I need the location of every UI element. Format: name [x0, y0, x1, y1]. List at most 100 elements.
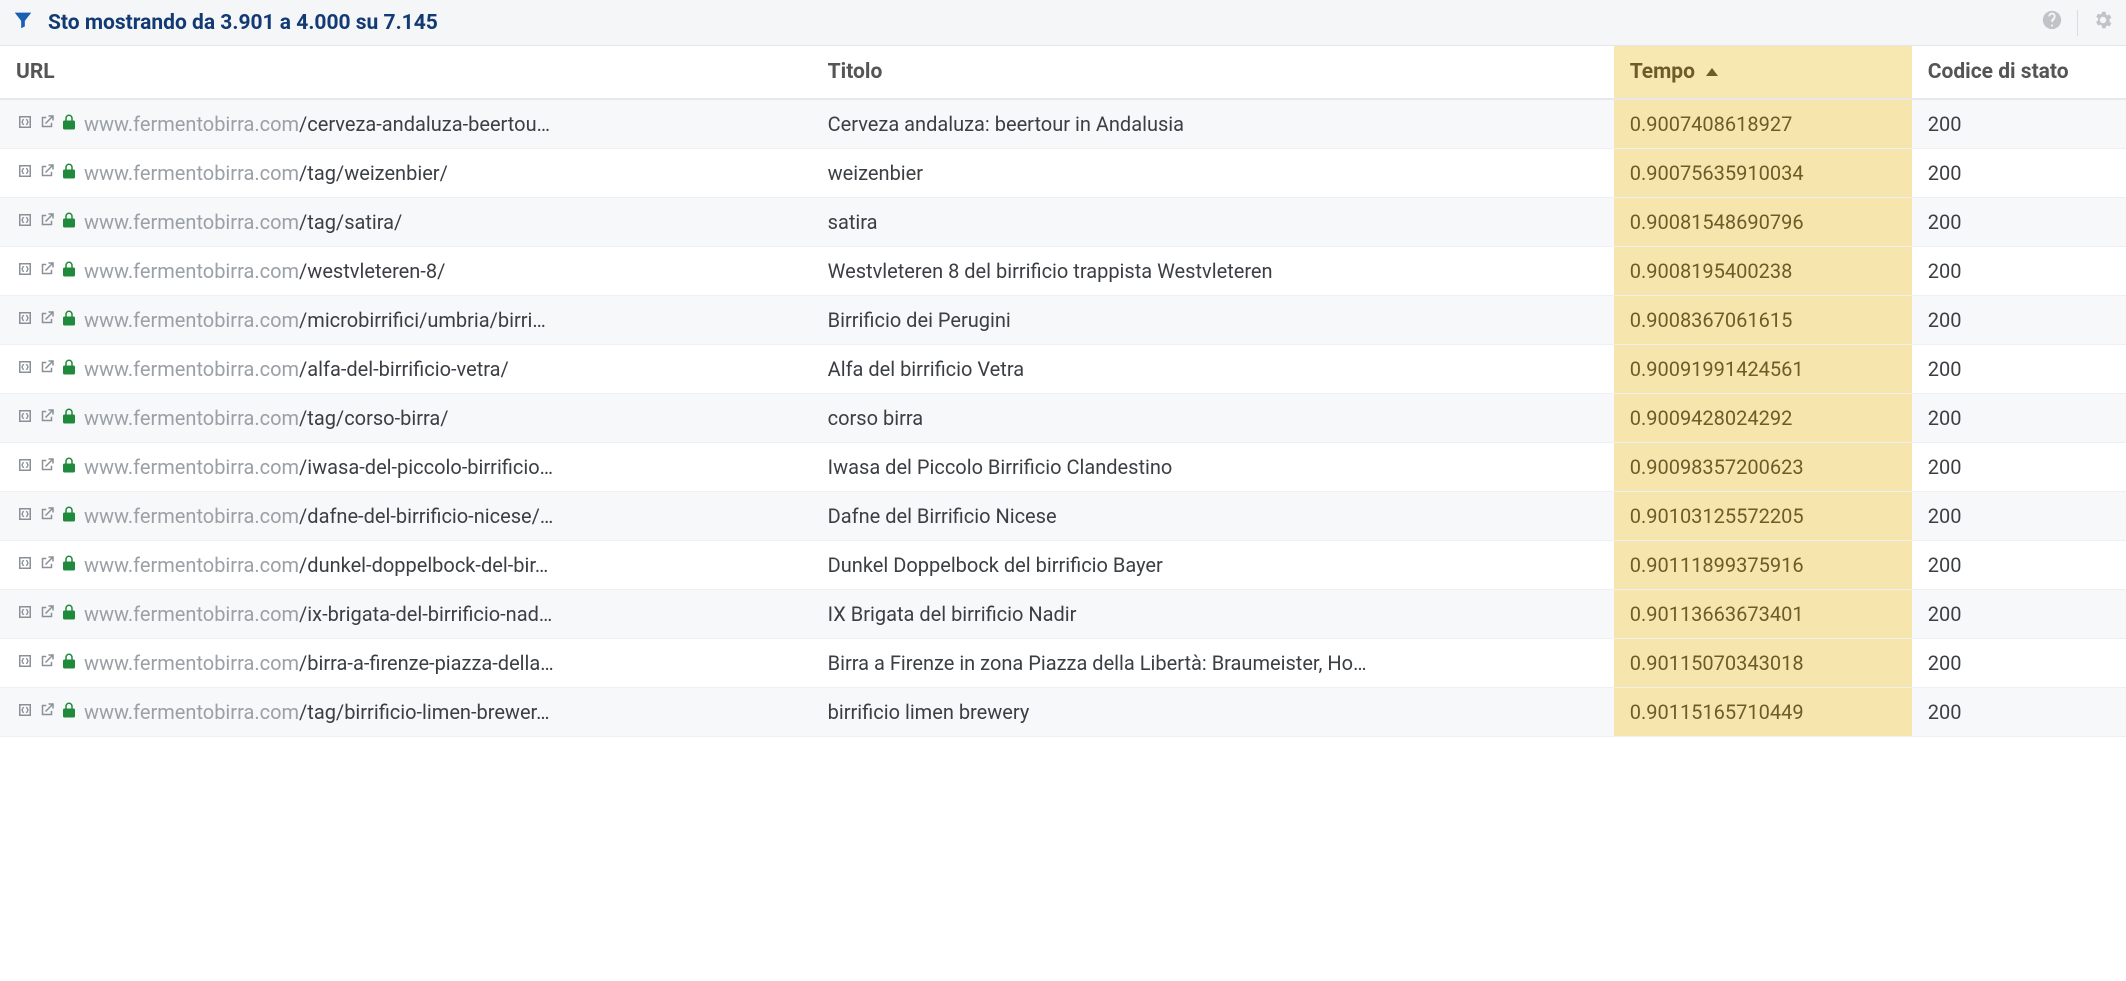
- title-cell: weizenbier: [812, 149, 1614, 198]
- help-icon[interactable]: [2041, 9, 2063, 36]
- lock-icon: [60, 210, 78, 234]
- table-row[interactable]: www.fermentobirra.com/tag/birrificio-lim…: [0, 688, 2126, 737]
- code-icon[interactable]: [16, 651, 34, 675]
- external-link-icon[interactable]: [38, 700, 56, 724]
- url-text[interactable]: www.fermentobirra.com/microbirrifici/umb…: [84, 308, 796, 332]
- url-domain: www.fermentobirra.com: [84, 161, 299, 185]
- lock-icon: [60, 259, 78, 283]
- external-link-icon[interactable]: [38, 406, 56, 430]
- table-row[interactable]: www.fermentobirra.com/microbirrifici/umb…: [0, 296, 2126, 345]
- status-cell: 200: [1912, 149, 2126, 198]
- url-text[interactable]: www.fermentobirra.com/alfa-del-birrifici…: [84, 357, 796, 381]
- url-path: /dafne-del-birrificio-nicese/…: [299, 504, 553, 528]
- column-header-title[interactable]: Titolo: [812, 46, 1614, 99]
- url-text[interactable]: www.fermentobirra.com/tag/corso-birra/: [84, 406, 796, 430]
- title-cell: satira: [812, 198, 1614, 247]
- url-text[interactable]: www.fermentobirra.com/birra-a-firenze-pi…: [84, 651, 796, 675]
- external-link-icon[interactable]: [38, 651, 56, 675]
- code-icon[interactable]: [16, 112, 34, 136]
- filter-icon[interactable]: [12, 9, 34, 36]
- code-icon[interactable]: [16, 553, 34, 577]
- code-icon[interactable]: [16, 210, 34, 234]
- url-text[interactable]: www.fermentobirra.com/iwasa-del-piccolo-…: [84, 455, 796, 479]
- url-text[interactable]: www.fermentobirra.com/westvleteren-8/: [84, 259, 796, 283]
- url-path: /tag/birrificio-limen-brewer…: [299, 700, 549, 724]
- title-cell: birrificio limen brewery: [812, 688, 1614, 737]
- code-icon[interactable]: [16, 602, 34, 626]
- status-cell: 200: [1912, 198, 2126, 247]
- table-row[interactable]: www.fermentobirra.com/dafne-del-birrific…: [0, 492, 2126, 541]
- table-row[interactable]: www.fermentobirra.com/tag/satira/ satira…: [0, 198, 2126, 247]
- table-row[interactable]: www.fermentobirra.com/ix-brigata-del-bir…: [0, 590, 2126, 639]
- table-row[interactable]: www.fermentobirra.com/birra-a-firenze-pi…: [0, 639, 2126, 688]
- toolbar-divider: [2077, 10, 2078, 36]
- sort-ascending-icon: [1706, 68, 1718, 76]
- external-link-icon[interactable]: [38, 602, 56, 626]
- column-header-status[interactable]: Codice di stato: [1912, 46, 2126, 99]
- external-link-icon[interactable]: [38, 504, 56, 528]
- status-cell: 200: [1912, 492, 2126, 541]
- url-domain: www.fermentobirra.com: [84, 504, 299, 528]
- lock-icon: [60, 112, 78, 136]
- url-path: /microbirrifici/umbria/birri…: [299, 308, 546, 332]
- code-icon[interactable]: [16, 308, 34, 332]
- url-cell: www.fermentobirra.com/westvleteren-8/: [16, 259, 796, 283]
- column-header-time[interactable]: Tempo: [1614, 46, 1912, 99]
- url-cell: www.fermentobirra.com/iwasa-del-piccolo-…: [16, 455, 796, 479]
- code-icon[interactable]: [16, 406, 34, 430]
- lock-icon: [60, 357, 78, 381]
- time-cell: 0.90081548690796: [1614, 198, 1912, 247]
- url-cell: www.fermentobirra.com/cerveza-andaluza-b…: [16, 112, 796, 136]
- url-text[interactable]: www.fermentobirra.com/ix-brigata-del-bir…: [84, 602, 796, 626]
- title-cell: Dunkel Doppelbock del birrificio Bayer: [812, 541, 1614, 590]
- external-link-icon[interactable]: [38, 553, 56, 577]
- url-text[interactable]: www.fermentobirra.com/cerveza-andaluza-b…: [84, 112, 796, 136]
- external-link-icon[interactable]: [38, 455, 56, 479]
- url-cell: www.fermentobirra.com/ix-brigata-del-bir…: [16, 602, 796, 626]
- url-text[interactable]: www.fermentobirra.com/dafne-del-birrific…: [84, 504, 796, 528]
- external-link-icon[interactable]: [38, 357, 56, 381]
- code-icon[interactable]: [16, 455, 34, 479]
- lock-icon: [60, 504, 78, 528]
- table-row[interactable]: www.fermentobirra.com/tag/weizenbier/ we…: [0, 149, 2126, 198]
- table-row[interactable]: www.fermentobirra.com/tag/corso-birra/ c…: [0, 394, 2126, 443]
- table-row[interactable]: www.fermentobirra.com/alfa-del-birrifici…: [0, 345, 2126, 394]
- title-cell: Iwasa del Piccolo Birrificio Clandestino: [812, 443, 1614, 492]
- url-cell: www.fermentobirra.com/tag/birrificio-lim…: [16, 700, 796, 724]
- table-row[interactable]: www.fermentobirra.com/dunkel-doppelbock-…: [0, 541, 2126, 590]
- table-row[interactable]: www.fermentobirra.com/iwasa-del-piccolo-…: [0, 443, 2126, 492]
- status-cell: 200: [1912, 394, 2126, 443]
- toolbar: Sto mostrando da 3.901 a 4.000 su 7.145: [0, 0, 2126, 46]
- url-text[interactable]: www.fermentobirra.com/tag/weizenbier/: [84, 161, 796, 185]
- code-icon[interactable]: [16, 700, 34, 724]
- time-cell: 0.90075635910034: [1614, 149, 1912, 198]
- table-row[interactable]: www.fermentobirra.com/westvleteren-8/ We…: [0, 247, 2126, 296]
- url-text[interactable]: www.fermentobirra.com/dunkel-doppelbock-…: [84, 553, 796, 577]
- lock-icon: [60, 553, 78, 577]
- table-row[interactable]: www.fermentobirra.com/cerveza-andaluza-b…: [0, 99, 2126, 149]
- lock-icon: [60, 651, 78, 675]
- external-link-icon[interactable]: [38, 259, 56, 283]
- code-icon[interactable]: [16, 259, 34, 283]
- column-header-url[interactable]: URL: [0, 46, 812, 99]
- time-cell: 0.90113663673401: [1614, 590, 1912, 639]
- url-path: /tag/satira/: [299, 210, 402, 234]
- status-cell: 200: [1912, 639, 2126, 688]
- status-cell: 200: [1912, 590, 2126, 639]
- code-icon[interactable]: [16, 161, 34, 185]
- url-path: /tag/corso-birra/: [299, 406, 448, 430]
- external-link-icon[interactable]: [38, 161, 56, 185]
- gear-icon[interactable]: [2092, 9, 2114, 36]
- url-domain: www.fermentobirra.com: [84, 259, 299, 283]
- time-cell: 0.90115070343018: [1614, 639, 1912, 688]
- title-cell: Alfa del birrificio Vetra: [812, 345, 1614, 394]
- external-link-icon[interactable]: [38, 210, 56, 234]
- url-text[interactable]: www.fermentobirra.com/tag/satira/: [84, 210, 796, 234]
- url-text[interactable]: www.fermentobirra.com/tag/birrificio-lim…: [84, 700, 796, 724]
- title-cell: Dafne del Birrificio Nicese: [812, 492, 1614, 541]
- url-domain: www.fermentobirra.com: [84, 112, 299, 136]
- external-link-icon[interactable]: [38, 112, 56, 136]
- code-icon[interactable]: [16, 357, 34, 381]
- code-icon[interactable]: [16, 504, 34, 528]
- external-link-icon[interactable]: [38, 308, 56, 332]
